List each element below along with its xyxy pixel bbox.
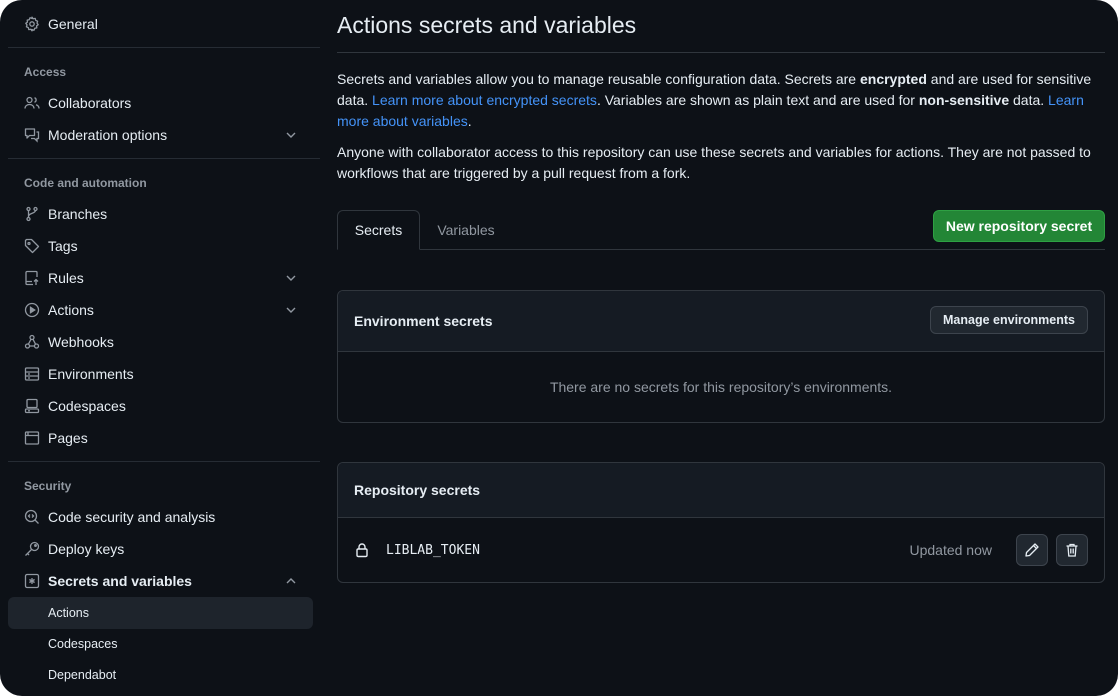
play-icon — [24, 302, 40, 318]
comment-discussion-icon — [24, 127, 40, 143]
people-icon — [24, 95, 40, 111]
trash-icon — [1066, 543, 1078, 557]
sidebar-item-label: General — [48, 16, 98, 32]
sidebar-item-label: Collaborators — [48, 95, 132, 111]
sidebar-item-deploy-keys[interactable]: Deploy keys — [8, 533, 313, 565]
sidebar-item-label: Environments — [48, 366, 134, 382]
sidebar-item-label: Actions — [48, 606, 89, 620]
codescan-icon — [24, 509, 40, 525]
sidebar-item-collaborators[interactable]: Collaborators — [8, 87, 313, 119]
encrypted-secrets-link[interactable]: Learn more about encrypted secrets — [372, 92, 597, 108]
collaborator-note: Anyone with collaborator access to this … — [337, 144, 1091, 181]
tab-variables[interactable]: Variables — [420, 210, 512, 250]
sidebar-item-label: Code security and analysis — [48, 509, 216, 525]
settings-sidebar: General Access Collaborators Moderation … — [8, 0, 320, 696]
sidebar-item-label: Webhooks — [48, 334, 114, 350]
environment-secrets-title: Environment secrets — [354, 313, 493, 329]
manage-environments-button[interactable]: Manage environments — [930, 306, 1088, 334]
gear-icon — [24, 16, 40, 32]
sidebar-item-label: Pages — [48, 430, 88, 446]
pencil-icon — [1025, 543, 1039, 557]
sidebar-item-label: Secrets and variables — [48, 573, 192, 589]
group-label-access: Access — [24, 65, 67, 79]
environment-secrets-box: Environment secrets Manage environments … — [337, 290, 1105, 423]
git-branch-icon — [24, 206, 40, 222]
chevron-down-icon[interactable] — [283, 302, 299, 318]
secret-updated-time: Updated now — [909, 542, 992, 558]
lock-icon — [356, 543, 368, 558]
chevron-down-icon[interactable] — [283, 127, 299, 143]
sidebar-item-label: Tags — [48, 238, 78, 254]
sidebar-item-branches[interactable]: Branches — [8, 198, 313, 230]
chevron-down-icon[interactable] — [283, 270, 299, 286]
tag-icon — [24, 238, 40, 254]
secret-name: LIBLAB_TOKEN — [386, 542, 480, 558]
environment-secrets-header: Environment secrets Manage environments — [338, 291, 1104, 352]
sidebar-item-label: Rules — [48, 270, 84, 286]
edit-secret-button[interactable] — [1016, 534, 1048, 566]
sidebar-item-label: Codespaces — [48, 398, 126, 414]
sidebar-item-webhooks[interactable]: Webhooks — [8, 326, 313, 358]
sidebar-subitem-actions[interactable]: Actions — [8, 597, 313, 629]
group-label-code-automation: Code and automation — [24, 176, 147, 190]
codespaces-icon — [24, 398, 40, 414]
delete-secret-button[interactable] — [1056, 534, 1088, 566]
key-asterisk-icon — [24, 573, 40, 589]
repository-secrets-box: Repository secrets LIBLAB_TOKEN Updated … — [337, 462, 1105, 583]
desc-text: . — [467, 113, 472, 129]
secret-row: LIBLAB_TOKEN Updated now — [338, 518, 1104, 582]
desc-text: Secrets and variables allow you to manag… — [337, 71, 860, 87]
sidebar-item-moderation-options[interactable]: Moderation options — [8, 119, 313, 151]
webhook-icon — [24, 334, 40, 350]
settings-window: General Access Collaborators Moderation … — [0, 0, 1118, 696]
sidebar-item-general[interactable]: General — [8, 8, 313, 40]
tab-secrets[interactable]: Secrets — [337, 210, 420, 250]
sidebar-divider — [8, 47, 320, 48]
sidebar-item-environments[interactable]: Environments — [8, 358, 313, 390]
secrets-variables-tabs: Secrets Variables New repository secret — [337, 210, 1105, 250]
sidebar-item-label: Moderation options — [48, 127, 168, 143]
sidebar-item-tags[interactable]: Tags — [8, 230, 313, 262]
desc-text: . Variables are shown as plain text and … — [596, 92, 919, 108]
sidebar-item-label: Codespaces — [48, 637, 118, 651]
sidebar-divider — [8, 461, 320, 462]
title-divider — [337, 52, 1105, 53]
description-paragraph: Secrets and variables allow you to manag… — [337, 69, 1105, 132]
repository-secrets-title: Repository secrets — [354, 482, 481, 498]
sidebar-item-label: Actions — [48, 302, 94, 318]
repository-secrets-header: Repository secrets — [338, 463, 1104, 518]
sidebar-item-label: Branches — [48, 206, 108, 222]
sidebar-item-pages[interactable]: Pages — [8, 422, 313, 454]
sidebar-item-codespaces[interactable]: Codespaces — [8, 390, 313, 422]
environment-secrets-empty-state: There are no secrets for this repository… — [549, 379, 893, 395]
group-label-security: Security — [24, 479, 72, 493]
sidebar-item-code-security[interactable]: Code security and analysis — [8, 501, 313, 533]
sidebar-subitem-codespaces[interactable]: Codespaces — [8, 628, 313, 660]
sidebar-item-secrets-and-variables[interactable]: Secrets and variables — [8, 565, 313, 597]
desc-text: data. — [1009, 92, 1049, 108]
repo-push-icon — [24, 270, 40, 286]
chevron-up-icon[interactable] — [283, 573, 299, 589]
sidebar-item-label: Dependabot — [48, 668, 117, 682]
sidebar-item-actions[interactable]: Actions — [8, 294, 313, 326]
desc-emphasis: encrypted — [859, 71, 927, 87]
sidebar-subitem-dependabot[interactable]: Dependabot — [8, 659, 313, 691]
sidebar-item-label: Deploy keys — [48, 541, 125, 557]
browser-icon — [24, 430, 40, 446]
server-icon — [24, 366, 40, 382]
new-repository-secret-button[interactable]: New repository secret — [933, 210, 1105, 242]
sidebar-divider — [8, 158, 320, 159]
sidebar-item-rules[interactable]: Rules — [8, 262, 313, 294]
key-icon — [24, 541, 40, 557]
desc-emphasis: non-sensitive — [918, 92, 1010, 108]
page-title: Actions secrets and variables — [337, 12, 637, 38]
